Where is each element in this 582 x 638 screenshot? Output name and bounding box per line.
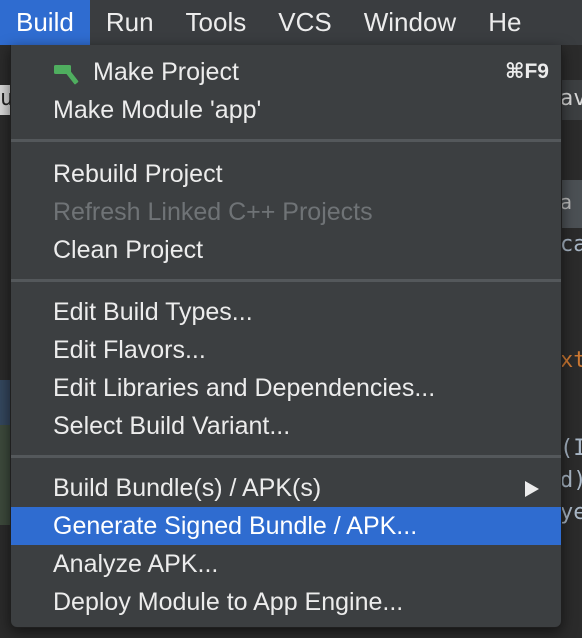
bg-text-fragment: u (0, 86, 10, 111)
menu-item-clean-project[interactable]: Clean Project (11, 231, 561, 269)
menu-item-label: Build Bundle(s) / APK(s) (53, 474, 322, 502)
build-menu: Make Project ⌘F9 Make Module 'app' Rebui… (10, 45, 562, 628)
menu-item-make-module[interactable]: Make Module 'app' (11, 91, 561, 129)
bg-text-fragment: av (560, 86, 582, 111)
bg-text-fragment: a (560, 190, 573, 214)
menubar-window[interactable]: Window (348, 0, 472, 45)
menu-item-label: Clean Project (53, 236, 204, 264)
menu-item-rebuild-project[interactable]: Rebuild Project (11, 155, 561, 193)
bg-text-fragment: xt (560, 348, 582, 373)
menubar-build[interactable]: Build (0, 0, 90, 45)
menu-item-edit-build-types[interactable]: Edit Build Types... (11, 293, 561, 331)
bg-text-fragment: d) (560, 468, 582, 493)
menubar-run[interactable]: Run (90, 0, 170, 45)
project-tree-fragment (0, 425, 10, 525)
menu-item-label: Select Build Variant... (53, 412, 291, 440)
menu-separator (11, 455, 561, 458)
bg-text-fragment: (I (560, 436, 582, 461)
menu-item-label: Generate Signed Bundle / APK... (53, 512, 418, 540)
menu-item-label: Edit Flavors... (53, 336, 206, 364)
menu-item-analyze-apk[interactable]: Analyze APK... (11, 545, 561, 583)
menu-item-build-bundle-apk[interactable]: Build Bundle(s) / APK(s) (11, 469, 561, 507)
submenu-arrow-icon (525, 481, 539, 497)
menu-item-label: Rebuild Project (53, 160, 223, 188)
menu-separator (11, 279, 561, 282)
menu-item-label: Edit Libraries and Dependencies... (53, 374, 436, 402)
bg-text-fragment: ye (560, 500, 582, 525)
menu-separator (11, 139, 561, 142)
menu-item-generate-signed-bundle[interactable]: Generate Signed Bundle / APK... (11, 507, 561, 545)
menu-item-edit-flavors[interactable]: Edit Flavors... (11, 331, 561, 369)
menu-item-label: Edit Build Types... (53, 298, 253, 326)
menu-bar: Build Run Tools VCS Window He (0, 0, 582, 45)
menu-item-label: Make Project (93, 58, 239, 86)
menubar-help[interactable]: He (472, 0, 537, 45)
menu-item-make-project[interactable]: Make Project ⌘F9 (11, 53, 561, 91)
menu-item-label: Refresh Linked C++ Projects (53, 198, 373, 226)
menu-item-label: Make Module 'app' (53, 96, 262, 124)
menu-item-deploy-module[interactable]: Deploy Module to App Engine... (11, 583, 561, 621)
menu-item-refresh-linked-cpp: Refresh Linked C++ Projects (11, 193, 561, 231)
project-tree-selection-fragment (0, 380, 10, 425)
menu-item-edit-libraries[interactable]: Edit Libraries and Dependencies... (11, 369, 561, 407)
menu-item-label: Deploy Module to App Engine... (53, 588, 404, 616)
shortcut-label: ⌘F9 (505, 60, 549, 83)
bg-text-fragment: ca (560, 232, 582, 257)
menubar-tools[interactable]: Tools (170, 0, 263, 45)
menubar-vcs[interactable]: VCS (262, 0, 347, 45)
menu-item-select-build-variant[interactable]: Select Build Variant... (11, 407, 561, 445)
hammer-icon (54, 65, 79, 85)
menu-item-label: Analyze APK... (53, 550, 219, 578)
